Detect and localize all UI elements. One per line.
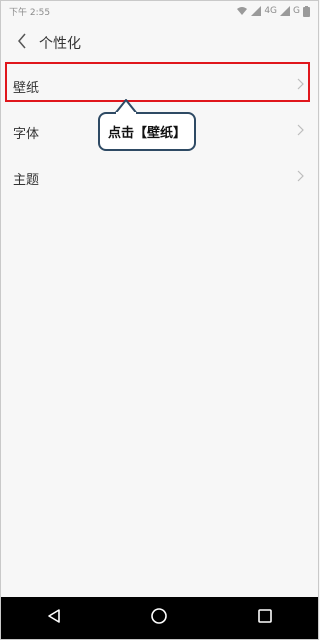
chevron-right-icon (297, 170, 304, 186)
list-item-label: 主题 (13, 172, 40, 188)
highlight-box (5, 62, 310, 102)
home-circle-icon (150, 607, 168, 629)
network-type: 4G (264, 6, 278, 16)
callout-text: 点击【壁纸】 (107, 126, 186, 141)
wifi-icon (236, 6, 248, 16)
chevron-left-icon (17, 33, 27, 53)
status-time: 下午 2:55 (9, 7, 51, 18)
back-button[interactable] (7, 25, 37, 61)
signal-icon (251, 6, 262, 16)
status-icons: 4G G (236, 5, 310, 17)
status-bar: 下午 2:55 4G G (1, 1, 318, 21)
callout-pointer-joint (116, 112, 136, 115)
carrier-label: G (293, 6, 300, 16)
navigation-bar (1, 597, 318, 639)
nav-recents-button[interactable] (245, 598, 285, 638)
list-item-label: 字体 (13, 126, 40, 142)
battery-icon (303, 5, 310, 17)
app-bar: 个性化 (1, 25, 318, 61)
instruction-callout: 点击【壁纸】 (98, 112, 196, 151)
chevron-right-icon (297, 124, 304, 140)
signal-icon-2 (280, 6, 291, 16)
phone-screen: 下午 2:55 4G G 个性化 壁纸 字体 主题 点击【壁纸】 (0, 0, 319, 640)
recents-square-icon (257, 608, 273, 628)
back-triangle-icon (46, 608, 62, 628)
nav-back-button[interactable] (34, 598, 74, 638)
page-title: 个性化 (39, 36, 81, 52)
list-item-theme[interactable]: 主题 (1, 155, 318, 201)
nav-home-button[interactable] (139, 598, 179, 638)
